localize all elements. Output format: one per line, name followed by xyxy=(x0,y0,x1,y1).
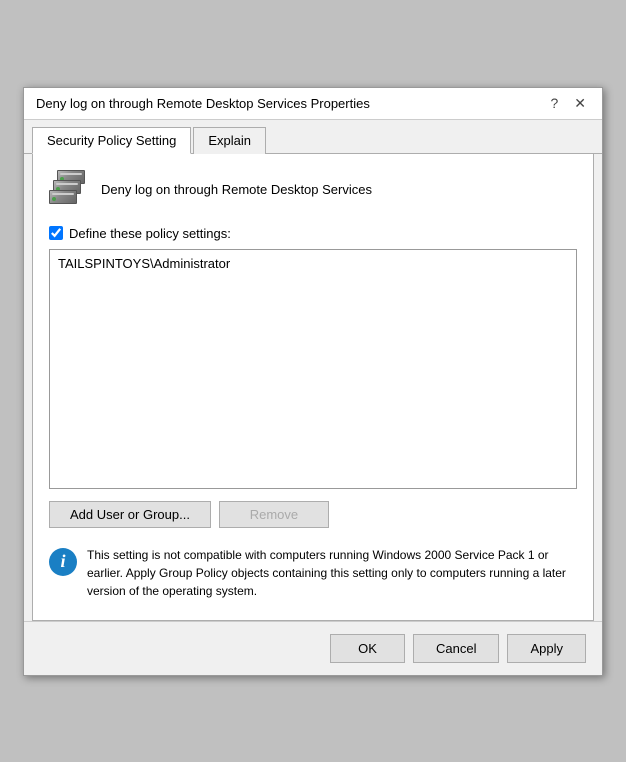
tab-content: Deny log on through Remote Desktop Servi… xyxy=(32,154,594,621)
server-icon xyxy=(49,170,89,210)
define-policy-checkbox[interactable] xyxy=(49,226,63,240)
user-action-buttons: Add User or Group... Remove xyxy=(49,501,577,528)
ok-button[interactable]: OK xyxy=(330,634,405,663)
define-policy-label: Define these policy settings: xyxy=(69,226,231,241)
window-title: Deny log on through Remote Desktop Servi… xyxy=(36,96,370,111)
info-icon: i xyxy=(49,548,77,576)
help-button[interactable]: ? xyxy=(546,96,562,110)
users-list[interactable]: TAILSPINTOYS\Administrator xyxy=(49,249,577,489)
apply-button[interactable]: Apply xyxy=(507,634,586,663)
info-text: This setting is not compatible with comp… xyxy=(87,546,577,600)
remove-button[interactable]: Remove xyxy=(219,501,329,528)
close-button[interactable]: ✕ xyxy=(570,96,590,110)
dialog-footer: OK Cancel Apply xyxy=(24,621,602,675)
tab-security-policy-setting[interactable]: Security Policy Setting xyxy=(32,127,191,154)
cancel-button[interactable]: Cancel xyxy=(413,634,499,663)
tab-explain[interactable]: Explain xyxy=(193,127,266,154)
define-policy-row: Define these policy settings: xyxy=(49,226,577,241)
info-box: i This setting is not compatible with co… xyxy=(49,542,577,604)
add-user-button[interactable]: Add User or Group... xyxy=(49,501,211,528)
policy-header: Deny log on through Remote Desktop Servi… xyxy=(49,170,577,210)
tab-bar: Security Policy Setting Explain xyxy=(24,120,602,154)
title-bar: Deny log on through Remote Desktop Servi… xyxy=(24,88,602,120)
title-bar-controls: ? ✕ xyxy=(546,96,590,110)
main-window: Deny log on through Remote Desktop Servi… xyxy=(23,87,603,676)
policy-title: Deny log on through Remote Desktop Servi… xyxy=(101,182,372,197)
list-item: TAILSPINTOYS\Administrator xyxy=(54,254,572,273)
